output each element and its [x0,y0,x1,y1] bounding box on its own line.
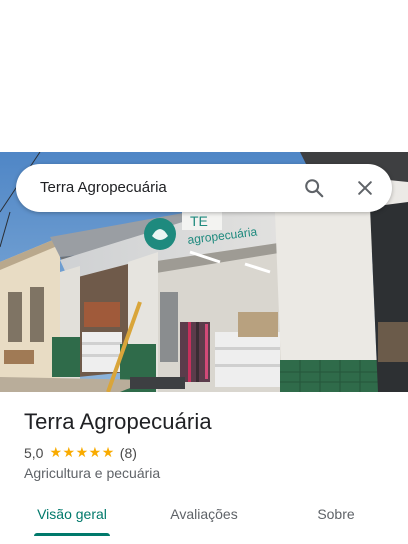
star-rating: ★ ★ ★ ★ ★ [49,446,114,460]
close-button[interactable] [349,172,381,204]
close-icon [358,181,372,195]
rating-value: 5,0 [24,445,44,461]
search-input[interactable]: Terra Agropecuária [40,164,167,212]
star-icon: ★ [101,445,115,461]
rating-row[interactable]: 5,0 ★ ★ ★ ★ ★ (8) [24,444,137,462]
search-icon [305,179,324,198]
star-icon: ★ [49,445,63,461]
place-page: TE agropecuária Terra Agropecuária Terra… [0,0,408,544]
star-icon: ★ [88,445,102,461]
place-title: Terra Agropecuária [24,409,212,434]
tab-bar: Visão geral Avaliações Sobre [0,492,408,544]
star-icon: ★ [75,445,89,461]
place-category[interactable]: Agricultura e pecuária [24,465,160,481]
star-icon: ★ [62,445,76,461]
tab-about[interactable]: Sobre [296,492,376,536]
tab-overview[interactable]: Visão geral [24,492,120,536]
tab-reviews[interactable]: Avaliações [156,492,252,536]
review-count[interactable]: (8) [120,445,137,461]
sign-partial-text: TE [190,213,208,229]
active-tab-indicator [34,533,110,536]
search-button[interactable] [298,172,330,204]
search-bar[interactable]: Terra Agropecuária [16,164,392,212]
